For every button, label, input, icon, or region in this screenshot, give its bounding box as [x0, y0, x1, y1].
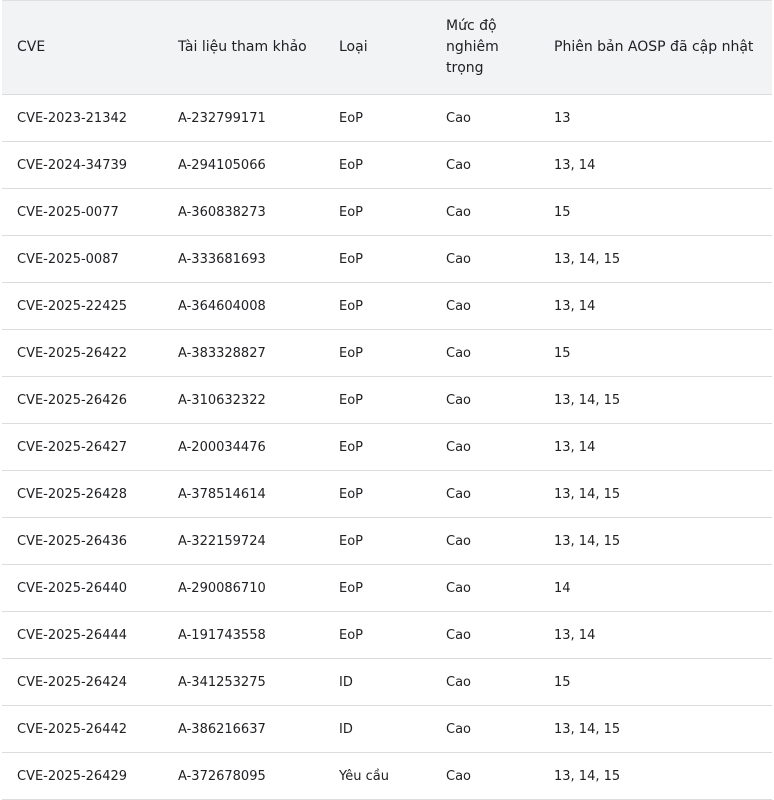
- vulnerability-table: CVE Tài liệu tham khảo Loại Mức độ nghiê…: [2, 0, 772, 800]
- cell-reference: A-360838273: [178, 204, 266, 220]
- cell-severity: Cao: [446, 627, 471, 643]
- header-aosp-versions: Phiên bản AOSP đã cập nhật: [554, 39, 754, 55]
- header-severity: Mức độ nghiêm trọng: [446, 18, 499, 76]
- cell-versions: 13, 14, 15: [554, 486, 621, 502]
- cell-type: EoP: [339, 533, 364, 549]
- cell-versions: 13, 14, 15: [554, 721, 621, 737]
- header-row: CVE Tài liệu tham khảo Loại Mức độ nghiê…: [2, 0, 772, 95]
- table-row: CVE-2025-26428 A-378514614 EoP Cao 13, 1…: [2, 471, 772, 518]
- cell-cve: CVE-2025-0077: [17, 204, 119, 220]
- cell-reference: A-341253275: [178, 674, 266, 690]
- cell-type: EoP: [339, 110, 364, 126]
- cell-severity: Cao: [446, 768, 471, 784]
- cell-versions: 13, 14: [554, 439, 596, 455]
- cell-reference: A-322159724: [178, 533, 266, 549]
- table-row: CVE-2025-26440 A-290086710 EoP Cao 14: [2, 565, 772, 612]
- cell-cve: CVE-2025-26436: [17, 533, 128, 549]
- table-row: CVE-2025-26444 A-191743558 EoP Cao 13, 1…: [2, 612, 772, 659]
- cell-versions: 15: [554, 674, 571, 690]
- table-row: CVE-2025-26426 A-310632322 EoP Cao 13, 1…: [2, 377, 772, 424]
- cell-severity: Cao: [446, 157, 471, 173]
- cell-cve: CVE-2025-26428: [17, 486, 128, 502]
- cell-cve: CVE-2025-22425: [17, 298, 128, 314]
- cell-reference: A-191743558: [178, 627, 266, 643]
- cell-reference: A-333681693: [178, 251, 266, 267]
- cell-severity: Cao: [446, 392, 471, 408]
- cell-cve: CVE-2025-26442: [17, 721, 128, 737]
- table-row: CVE-2025-22425 A-364604008 EoP Cao 13, 1…: [2, 283, 772, 330]
- cell-reference: A-200034476: [178, 439, 266, 455]
- table-row: CVE-2024-34739 A-294105066 EoP Cao 13, 1…: [2, 142, 772, 189]
- cell-type: EoP: [339, 157, 364, 173]
- header-type: Loại: [339, 39, 368, 55]
- cell-versions: 13: [554, 110, 571, 126]
- cell-type: EoP: [339, 439, 364, 455]
- table-row: CVE-2025-26424 A-341253275 ID Cao 15: [2, 659, 772, 706]
- cell-reference: A-232799171: [178, 110, 266, 126]
- cell-type: Yêu cầu: [339, 768, 389, 784]
- table-row: CVE-2023-21342 A-232799171 EoP Cao 13: [2, 95, 772, 142]
- table-body: CVE-2023-21342 A-232799171 EoP Cao 13 CV…: [2, 95, 772, 800]
- cell-severity: Cao: [446, 298, 471, 314]
- header-reference: Tài liệu tham khảo: [178, 39, 307, 55]
- cell-versions: 13, 14: [554, 298, 596, 314]
- cell-cve: CVE-2025-26427: [17, 439, 128, 455]
- cell-type: ID: [339, 721, 353, 737]
- cell-severity: Cao: [446, 439, 471, 455]
- cell-reference: A-294105066: [178, 157, 266, 173]
- cell-severity: Cao: [446, 345, 471, 361]
- cell-type: EoP: [339, 486, 364, 502]
- cell-type: EoP: [339, 298, 364, 314]
- cell-type: EoP: [339, 627, 364, 643]
- cell-type: EoP: [339, 251, 364, 267]
- table-row: CVE-2025-26429 A-372678095 Yêu cầu Cao 1…: [2, 753, 772, 800]
- cell-severity: Cao: [446, 251, 471, 267]
- header-cve: CVE: [17, 39, 46, 55]
- cell-cve: CVE-2025-26424: [17, 674, 128, 690]
- cell-type: EoP: [339, 345, 364, 361]
- cell-type: ID: [339, 674, 353, 690]
- table-row: CVE-2025-26436 A-322159724 EoP Cao 13, 1…: [2, 518, 772, 565]
- cell-reference: A-364604008: [178, 298, 266, 314]
- cell-severity: Cao: [446, 204, 471, 220]
- cell-reference: A-383328827: [178, 345, 266, 361]
- cell-versions: 15: [554, 345, 571, 361]
- cell-cve: CVE-2025-26422: [17, 345, 128, 361]
- cell-severity: Cao: [446, 721, 471, 737]
- table-row: CVE-2025-0077 A-360838273 EoP Cao 15: [2, 189, 772, 236]
- cell-severity: Cao: [446, 533, 471, 549]
- cell-severity: Cao: [446, 580, 471, 596]
- cell-versions: 15: [554, 204, 571, 220]
- table-row: CVE-2025-26422 A-383328827 EoP Cao 15: [2, 330, 772, 377]
- table-row: CVE-2025-26442 A-386216637 ID Cao 13, 14…: [2, 706, 772, 753]
- cell-versions: 13, 14: [554, 157, 596, 173]
- cell-cve: CVE-2025-26429: [17, 768, 128, 784]
- cell-severity: Cao: [446, 110, 471, 126]
- cell-reference: A-372678095: [178, 768, 266, 784]
- cell-cve: CVE-2023-21342: [17, 110, 128, 126]
- cell-severity: Cao: [446, 674, 471, 690]
- table-row: CVE-2025-0087 A-333681693 EoP Cao 13, 14…: [2, 236, 772, 283]
- cell-cve: CVE-2025-26444: [17, 627, 128, 643]
- cell-versions: 13, 14, 15: [554, 533, 621, 549]
- cell-type: EoP: [339, 580, 364, 596]
- table-row: CVE-2025-26427 A-200034476 EoP Cao 13, 1…: [2, 424, 772, 471]
- cell-versions: 14: [554, 580, 571, 596]
- cell-type: EoP: [339, 392, 364, 408]
- cell-reference: A-310632322: [178, 392, 266, 408]
- cell-versions: 13, 14, 15: [554, 392, 621, 408]
- table-header: CVE Tài liệu tham khảo Loại Mức độ nghiê…: [2, 0, 772, 95]
- cell-versions: 13, 14: [554, 627, 596, 643]
- cell-type: EoP: [339, 204, 364, 220]
- cell-versions: 13, 14, 15: [554, 251, 621, 267]
- cell-reference: A-290086710: [178, 580, 266, 596]
- cell-cve: CVE-2024-34739: [17, 157, 128, 173]
- cell-versions: 13, 14, 15: [554, 768, 621, 784]
- cell-cve: CVE-2025-26440: [17, 580, 128, 596]
- cell-reference: A-378514614: [178, 486, 266, 502]
- cell-reference: A-386216637: [178, 721, 266, 737]
- cell-cve: CVE-2025-26426: [17, 392, 128, 408]
- cell-cve: CVE-2025-0087: [17, 251, 119, 267]
- cell-severity: Cao: [446, 486, 471, 502]
